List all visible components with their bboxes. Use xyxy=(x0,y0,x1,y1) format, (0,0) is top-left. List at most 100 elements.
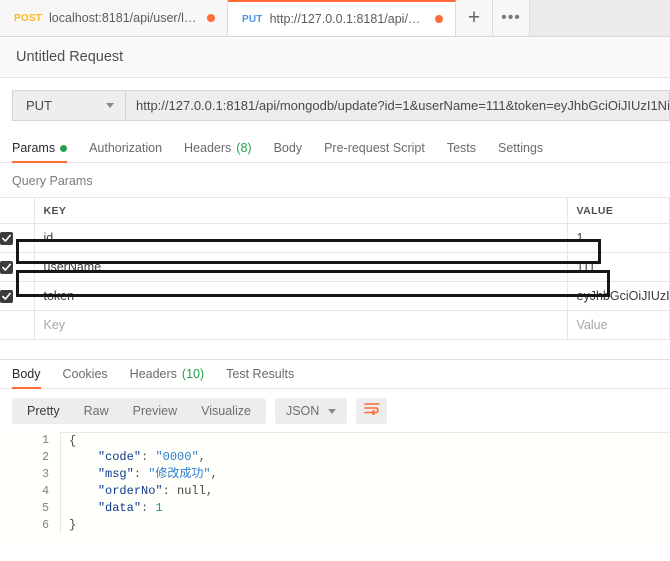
row-checkbox-cell[interactable] xyxy=(0,281,35,311)
checkbox-checked-icon[interactable] xyxy=(0,261,13,275)
response-tab-body[interactable]: Body xyxy=(12,367,52,389)
table-row[interactable]: userName 111 xyxy=(0,252,670,282)
response-tab-cookies[interactable]: Cookies xyxy=(52,367,119,388)
checkbox-checked-icon[interactable] xyxy=(0,290,13,304)
line-number: 5 xyxy=(42,502,49,515)
response-format-value: JSON xyxy=(285,404,320,418)
code-line-text[interactable]: "msg": "修改成功", xyxy=(60,466,670,483)
param-key-input-empty[interactable]: Key xyxy=(33,310,568,340)
code-line-text[interactable]: } xyxy=(60,517,670,534)
line-number: 2 xyxy=(42,451,49,464)
request-tab-post-login[interactable]: POST localhost:8181/api/user/login?... xyxy=(0,0,228,36)
chevron-down-icon xyxy=(328,408,337,414)
http-method-select[interactable]: PUT xyxy=(12,90,126,121)
view-mode-visualize[interactable]: Visualize xyxy=(189,398,263,424)
param-key-input[interactable]: token xyxy=(33,281,568,311)
row-checkbox-cell[interactable] xyxy=(0,252,35,282)
tab-tests-label: Tests xyxy=(446,141,476,155)
tab-url-label: http://127.0.0.1:8181/api/mong... xyxy=(269,12,428,26)
code-row: 2 "code": "0000", xyxy=(0,449,670,466)
table-header-row: KEY VALUE xyxy=(0,197,670,224)
response-view-mode-group: Pretty Raw Preview Visualize xyxy=(12,398,266,424)
code-line-text[interactable]: { xyxy=(60,432,670,449)
table-row[interactable]: id 1 xyxy=(0,223,670,253)
wrap-lines-icon xyxy=(363,402,380,420)
wrap-lines-button[interactable] xyxy=(356,398,388,424)
response-tab-headers-label: Headers xyxy=(129,367,177,381)
view-mode-raw[interactable]: Raw xyxy=(72,398,121,424)
response-tab-test-results[interactable]: Test Results xyxy=(215,367,305,388)
query-params-table: KEY VALUE id 1 userName 111 token eyJhbG… xyxy=(0,197,670,340)
unsaved-dot-icon xyxy=(435,15,443,23)
column-header-value: VALUE xyxy=(566,197,670,224)
param-value-input[interactable]: eyJhbGciOiJIUzI1N xyxy=(566,281,670,311)
response-tab-test-results-label: Test Results xyxy=(226,367,295,381)
response-body-viewer[interactable]: 1{2 "code": "0000", 3 "msg": "修改成功", 4 "or… xyxy=(0,432,670,542)
line-number: 3 xyxy=(42,468,49,481)
response-tabs: Body Cookies Headers (10) Test Results xyxy=(0,359,670,389)
response-format-select[interactable]: JSON xyxy=(274,398,348,424)
response-tab-headers[interactable]: Headers (10) xyxy=(119,367,215,388)
response-tab-cookies-label: Cookies xyxy=(62,367,108,381)
http-method-value: PUT xyxy=(26,98,52,113)
select-all-cell xyxy=(0,197,35,224)
tab-method-label: PUT xyxy=(242,13,263,25)
code-row: 1{ xyxy=(0,432,670,449)
tab-tests[interactable]: Tests xyxy=(436,141,487,162)
tab-body-label: Body xyxy=(273,141,303,155)
code-line-text[interactable]: "data": 1 xyxy=(60,500,670,517)
tab-authorization[interactable]: Authorization xyxy=(78,141,173,162)
param-value-input-empty[interactable]: Value xyxy=(566,310,670,340)
table-row[interactable]: Key Value xyxy=(0,310,670,340)
tab-settings[interactable]: Settings xyxy=(487,141,554,162)
tab-method-label: POST xyxy=(14,12,43,24)
view-mode-pretty[interactable]: Pretty xyxy=(15,398,72,424)
param-key-input[interactable]: id xyxy=(33,223,568,253)
tab-pre-request-script-label: Pre-request Script xyxy=(324,141,425,155)
tab-headers[interactable]: Headers (8) xyxy=(173,141,263,162)
query-params-label: Query Params xyxy=(12,174,93,188)
code-line-text[interactable]: "code": "0000", xyxy=(60,449,670,466)
table-row[interactable]: token eyJhbGciOiJIUzI1N xyxy=(0,281,670,311)
row-checkbox-cell[interactable] xyxy=(0,223,35,253)
view-mode-preview[interactable]: Preview xyxy=(121,398,189,424)
param-value-input[interactable]: 111 xyxy=(566,252,670,282)
new-tab-button[interactable]: + xyxy=(456,0,493,36)
line-number: 1 xyxy=(42,434,49,447)
tab-authorization-label: Authorization xyxy=(89,141,163,155)
code-line-text[interactable]: "orderNo": null, xyxy=(60,483,670,500)
request-title: Untitled Request xyxy=(0,37,670,78)
tab-settings-label: Settings xyxy=(498,141,544,155)
code-row: 6} xyxy=(0,517,670,534)
line-number: 6 xyxy=(42,519,49,532)
response-headers-count-badge: (10) xyxy=(181,367,205,381)
url-bar: PUT http://127.0.0.1:8181/api/mongodb/up… xyxy=(0,78,670,132)
tab-pre-request-script[interactable]: Pre-request Script xyxy=(313,141,436,162)
url-input[interactable]: http://127.0.0.1:8181/api/mongodb/update… xyxy=(126,90,670,121)
tab-body[interactable]: Body xyxy=(263,141,314,162)
param-value-input[interactable]: 1 xyxy=(566,223,670,253)
tab-strip-filler xyxy=(530,0,670,36)
tab-params[interactable]: Params xyxy=(12,141,78,163)
checkbox-checked-icon[interactable] xyxy=(0,232,13,246)
tab-strip: POST localhost:8181/api/user/login?... P… xyxy=(0,0,670,37)
response-body-scrollbar[interactable] xyxy=(660,432,669,542)
tab-params-label: Params xyxy=(12,141,56,155)
code-lines-container: 1{2 "code": "0000", 3 "msg": "修改成功", 4 "or… xyxy=(0,432,670,534)
row-checkbox-cell[interactable] xyxy=(0,310,35,340)
param-key-input[interactable]: userName xyxy=(33,252,568,282)
column-header-key: KEY xyxy=(33,197,568,224)
code-row: 3 "msg": "修改成功", xyxy=(0,466,670,483)
request-tabs: Params Authorization Headers (8) Body Pr… xyxy=(0,132,670,163)
line-number: 4 xyxy=(42,485,49,498)
params-active-dot-icon xyxy=(60,144,68,152)
chevron-down-icon xyxy=(106,103,114,108)
code-row: 4 "orderNo": null, xyxy=(0,483,670,500)
response-toolbar: Pretty Raw Preview Visualize JSON xyxy=(0,389,670,432)
request-tab-put-mongodb[interactable]: PUT http://127.0.0.1:8181/api/mong... xyxy=(228,0,456,36)
unsaved-dot-icon xyxy=(207,14,215,22)
tab-url-label: localhost:8181/api/user/login?... xyxy=(49,11,200,25)
code-row: 5 "data": 1 xyxy=(0,500,670,517)
response-tab-body-label: Body xyxy=(12,367,41,381)
tab-more-options-icon[interactable]: ••• xyxy=(493,0,530,36)
